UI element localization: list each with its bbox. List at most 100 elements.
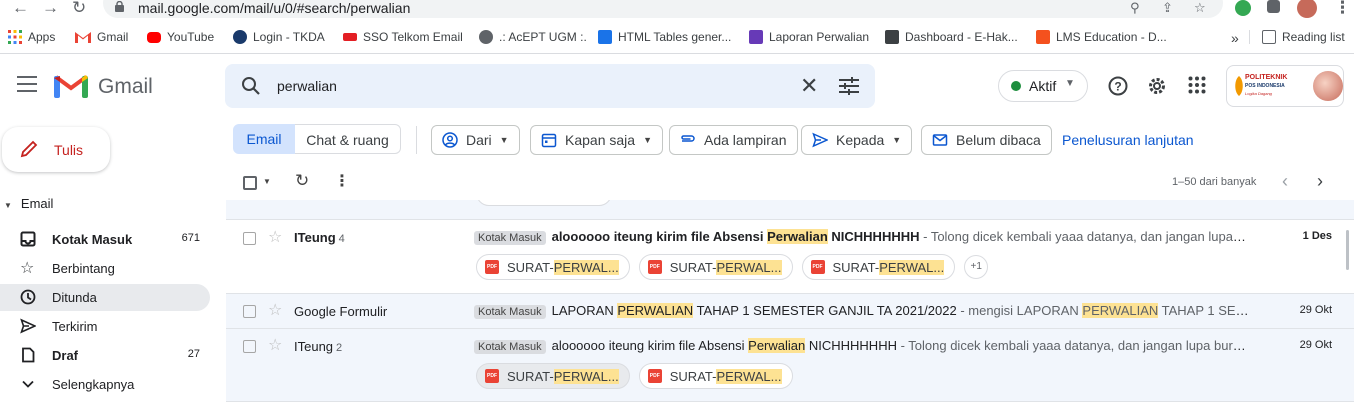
table-row[interactable]: ☆ ITeung 2 Kotak Masuk aloooooo iteung kir…: [226, 329, 1354, 402]
thread-count: 2: [336, 342, 343, 354]
settings-gear-icon[interactable]: [1147, 76, 1167, 96]
bookmark-label: Gmail: [97, 30, 129, 44]
pdf-icon: PDF: [485, 369, 499, 383]
subject-text: NICHHHHHHH: [805, 338, 897, 353]
avatar[interactable]: [1313, 71, 1343, 101]
clear-search-icon[interactable]: ✕: [800, 73, 818, 99]
scrollbar[interactable]: [1346, 230, 1349, 270]
bookmark-youtube[interactable]: YouTube: [147, 30, 214, 44]
attachment-name: SURAT-: [832, 259, 880, 275]
filter-attachment-chip[interactable]: Ada lampiran: [669, 125, 798, 155]
email-sender: Google Formulir: [294, 304, 387, 319]
sidebar-item-label: Berbintang: [52, 261, 115, 276]
bookmark-gmail[interactable]: Gmail: [75, 30, 128, 44]
attachment-chip[interactable]: [476, 200, 612, 206]
tab-chat-spaces[interactable]: Chat & ruang: [295, 124, 401, 154]
refresh-icon[interactable]: ↻: [295, 171, 309, 191]
compose-button[interactable]: Tulis: [2, 127, 110, 172]
label-badge[interactable]: Kotak Masuk: [474, 305, 546, 319]
sidebar-item-sent[interactable]: Terkirim: [0, 313, 210, 340]
select-all-checkbox[interactable]: [243, 176, 257, 190]
reading-list-button[interactable]: Reading list: [1249, 30, 1345, 44]
bookmark-star-icon[interactable]: ☆: [1194, 0, 1206, 16]
sidebar-item-snoozed[interactable]: Ditunda: [0, 284, 210, 311]
address-bar[interactable]: mail.google.com/mail/u/0/#search/perwali…: [103, 0, 1223, 18]
email-summary: Kotak Masuk LAPORAN PERWALIAN TAHAP 1 SEM…: [474, 303, 1249, 319]
caret-down-icon: ▼: [1065, 78, 1075, 89]
bookmark-lms[interactable]: LMS Education - D...: [1036, 30, 1167, 44]
search-icon[interactable]: [241, 76, 261, 96]
table-row[interactable]: ☆ Google Formulir Kotak Masuk LAPORAN PER…: [226, 294, 1354, 329]
row-checkbox[interactable]: [243, 340, 256, 353]
telkom-icon: [343, 33, 357, 41]
person-circle-icon: [442, 132, 458, 148]
bookmarks-bar: Apps Gmail YouTube Login - TKDA SSO Telk…: [0, 22, 1354, 54]
label-badge[interactable]: Kotak Masuk: [474, 231, 546, 245]
reload-icon[interactable]: ↻: [72, 0, 86, 16]
star-icon[interactable]: ☆: [268, 227, 282, 247]
email-section-header[interactable]: ▼ Email: [4, 196, 53, 211]
select-dropdown-icon[interactable]: ▼: [263, 177, 271, 186]
gmail-logo-icon[interactable]: [54, 72, 88, 98]
row-checkbox[interactable]: [243, 232, 256, 245]
table-row[interactable]: [226, 200, 1354, 220]
extensions-puzzle-icon[interactable]: [1267, 0, 1280, 13]
search-bar[interactable]: perwalian ✕: [225, 64, 875, 108]
bookmark-telkom[interactable]: SSO Telkom Email: [343, 30, 463, 44]
bookmark-dashboard[interactable]: Dashboard - E-Hak...: [885, 30, 1018, 44]
more-attachments-badge[interactable]: +1: [964, 255, 989, 279]
main-menu-icon[interactable]: [17, 76, 37, 92]
label-badge[interactable]: Kotak Masuk: [474, 340, 546, 354]
sidebar-item-inbox[interactable]: Kotak Masuk 671: [0, 226, 210, 253]
help-icon[interactable]: ?: [1108, 76, 1128, 96]
sidebar-item-drafts[interactable]: Draf 27: [0, 342, 210, 369]
zoom-icon[interactable]: ⚲: [1130, 0, 1140, 16]
bookmark-apps[interactable]: Apps: [8, 30, 55, 44]
profile-avatar-icon[interactable]: [1297, 0, 1317, 18]
table-row[interactable]: ☆ ITeung 4 Kotak Masuk aloooooo iteung kir…: [226, 220, 1354, 294]
browser-menu-icon[interactable]: ⋮: [1334, 0, 1351, 16]
filter-unread-chip[interactable]: Belum dibaca: [921, 125, 1052, 155]
filter-date-chip[interactable]: Kapan saja ▼: [530, 125, 663, 155]
tab-email[interactable]: Email: [233, 124, 295, 154]
prev-page-icon[interactable]: ‹: [1282, 171, 1288, 192]
back-icon[interactable]: ←: [12, 0, 29, 16]
sender-name: ITeung: [294, 339, 334, 354]
sidebar-item-more[interactable]: Selengkapnya: [0, 371, 210, 398]
search-options-icon[interactable]: [839, 77, 859, 95]
sidebar-item-label: Terkirim: [52, 319, 98, 334]
search-highlight: PERWAL...: [716, 259, 782, 275]
gmail-header: Gmail perwalian ✕ Aktif ▼ ? POLITEKNIK P…: [0, 54, 1354, 118]
attachment-chip[interactable]: PDF SURAT-PERWAL...: [476, 254, 630, 280]
send-icon: [20, 318, 36, 334]
forward-icon[interactable]: →: [42, 0, 59, 16]
sidebar-item-starred[interactable]: ☆ Berbintang: [0, 255, 210, 282]
star-icon[interactable]: ☆: [268, 300, 282, 320]
advanced-search-link[interactable]: Penelusuran lanjutan: [1062, 132, 1194, 148]
share-icon[interactable]: ⇪: [1162, 0, 1173, 16]
lock-icon[interactable]: [115, 1, 124, 12]
grammarly-extension-icon[interactable]: [1235, 0, 1251, 16]
filter-to-chip[interactable]: Kepada ▼: [801, 125, 913, 155]
more-bookmarks-button[interactable]: »: [1231, 30, 1239, 46]
org-tagline: Logika Dagang: [1245, 91, 1272, 96]
filter-from-chip[interactable]: Dari ▼: [431, 125, 520, 155]
row-checkbox[interactable]: [243, 305, 256, 318]
bookmark-tkda[interactable]: Login - TKDA: [233, 30, 325, 44]
bookmark-html-tables[interactable]: HTML Tables gener...: [598, 30, 731, 44]
star-icon[interactable]: ☆: [268, 335, 282, 355]
status-selector[interactable]: Aktif ▼: [998, 70, 1088, 102]
bookmark-laporan-perwalian[interactable]: Laporan Perwalian: [749, 30, 869, 44]
search-input[interactable]: perwalian: [277, 78, 337, 94]
google-apps-icon[interactable]: [1188, 76, 1206, 94]
account-switcher[interactable]: POLITEKNIK POS INDONESIA Logika Dagang: [1226, 65, 1344, 107]
attachment-chip[interactable]: PDF SURAT-PERWAL...: [638, 254, 793, 280]
attachment-chip[interactable]: PDF SURAT-PERWAL...: [638, 363, 793, 389]
thread-count: 4: [338, 233, 345, 245]
more-options-icon[interactable]: ⋮: [334, 171, 350, 191]
star-icon: ☆: [20, 260, 35, 277]
attachment-chip[interactable]: PDF SURAT-PERWAL...: [801, 254, 956, 280]
attachment-chip[interactable]: PDF SURAT-PERWAL...: [476, 363, 630, 389]
bookmark-acept[interactable]: .: AcEPT UGM :.: [479, 30, 587, 44]
next-page-icon[interactable]: ›: [1317, 171, 1323, 192]
